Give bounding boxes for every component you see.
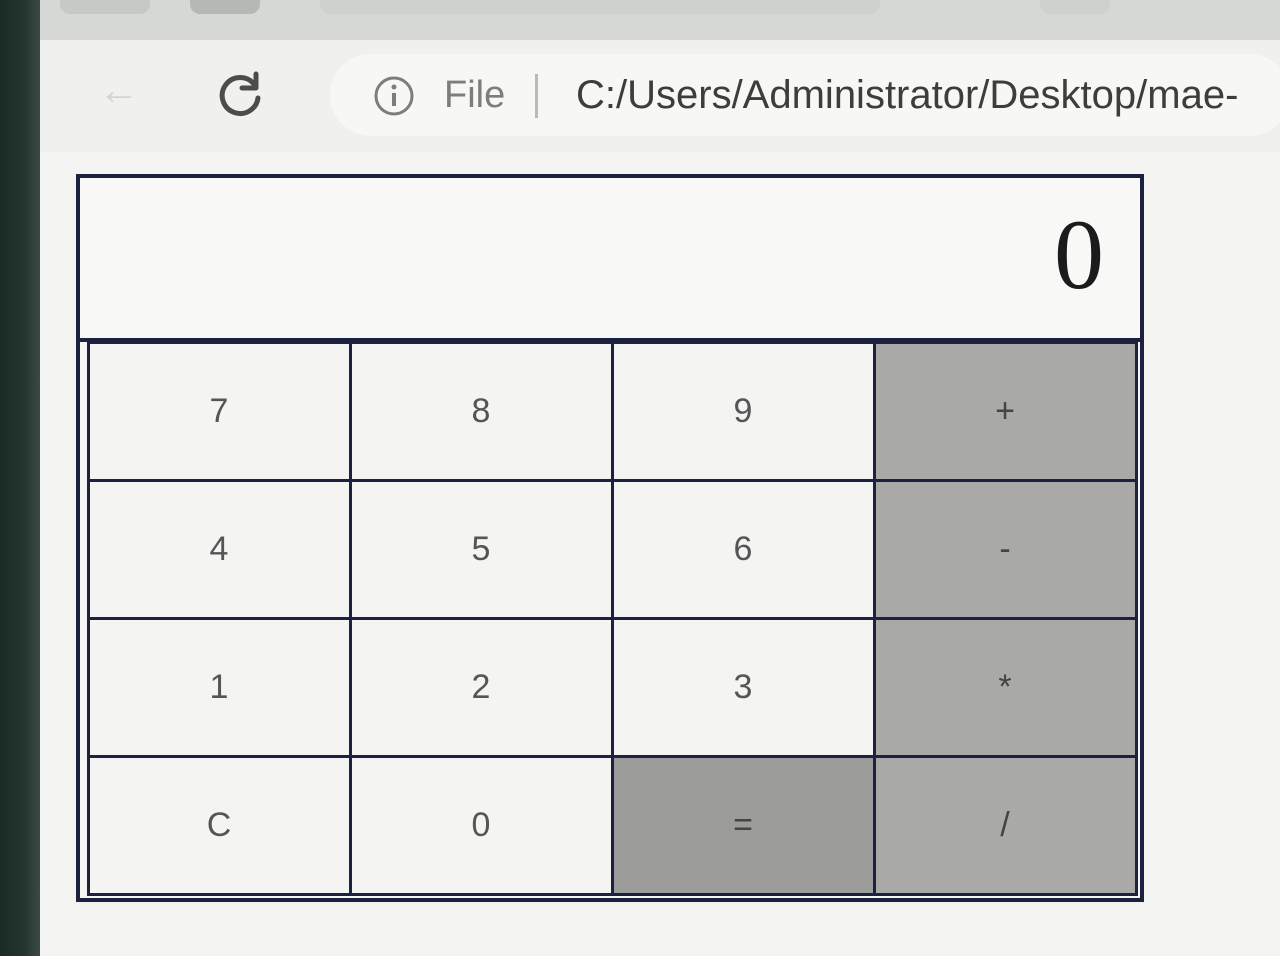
key-5-button[interactable]: 5 [348, 478, 614, 620]
keypad: 7 8 9 +4 5 6- 1 2 3 * C 0 = / [86, 340, 1138, 896]
key-clear-button[interactable]: C [86, 754, 352, 896]
key-divide-button[interactable]: / [872, 754, 1138, 896]
key-4-button[interactable]: 4 [86, 478, 352, 620]
tab-strip [40, 0, 1280, 40]
key-0-button[interactable]: 0 [348, 754, 614, 896]
key-2-button[interactable]: 2 [348, 616, 614, 758]
key-1-button[interactable]: 1 [86, 616, 352, 758]
scheme-label: File [444, 74, 506, 116]
reload-icon[interactable] [212, 68, 268, 124]
address-bar[interactable]: File C:/Users/Administrator/Desktop/mae- [330, 54, 1280, 136]
calculator-display: 0 [80, 178, 1140, 342]
key-9-button[interactable]: 9 [610, 340, 876, 482]
new-tab-button[interactable] [1040, 0, 1110, 14]
address-divider [535, 74, 538, 118]
url-text[interactable]: C:/Users/Administrator/Desktop/mae- [576, 70, 1238, 120]
tab[interactable] [60, 0, 150, 14]
key-multiply-button[interactable]: * [872, 616, 1138, 758]
info-icon[interactable] [372, 74, 416, 118]
tab[interactable] [190, 0, 260, 14]
browser-toolbar: ← File C:/Users/Administrator/Desktop/ma… [40, 40, 1280, 152]
key-minus-button[interactable]: - [872, 478, 1138, 620]
key-6-button[interactable]: 6 [610, 478, 876, 620]
key-7-button[interactable]: 7 [86, 340, 352, 482]
monitor-bezel [0, 0, 40, 956]
key-8-button[interactable]: 8 [348, 340, 614, 482]
key-3-button[interactable]: 3 [610, 616, 876, 758]
display-value: 0 [1054, 199, 1104, 310]
back-arrow-icon[interactable]: ← [98, 69, 156, 111]
key-plus-button[interactable]: + [872, 340, 1138, 482]
key-equals-button[interactable]: = [610, 754, 876, 896]
calculator: 0 7 8 9 +4 5 6-1 2 3 * C 0 = / [76, 174, 1144, 902]
tab[interactable] [320, 0, 880, 14]
